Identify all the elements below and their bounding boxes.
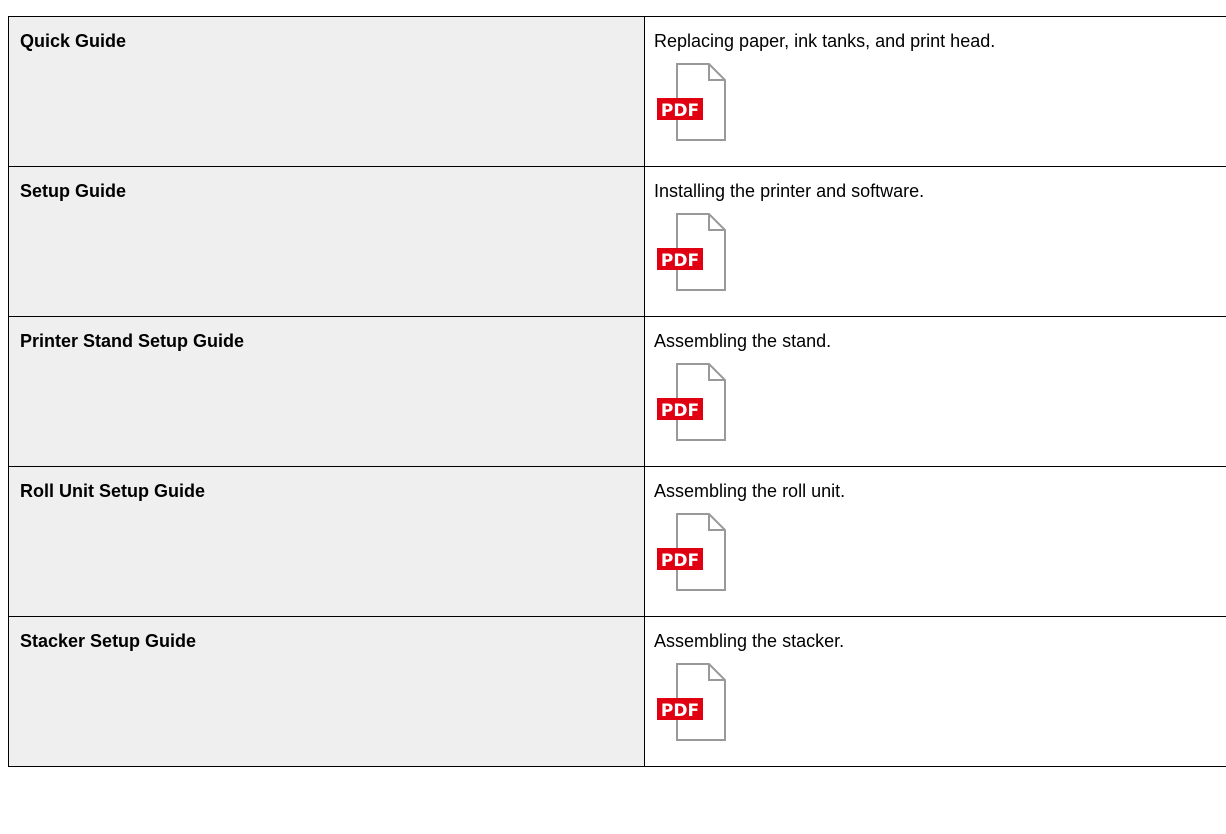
guide-name-cell: Stacker Setup Guide [8,616,645,767]
pdf-icon-label: PDF [661,251,699,271]
guide-description: Installing the printer and software. [654,181,925,201]
pdf-download-link[interactable]: PDF [655,362,727,442]
pdf-download-link[interactable]: PDF [655,212,727,292]
guide-name: Setup Guide [20,181,127,201]
guide-name: Printer Stand Setup Guide [20,331,245,351]
guide-name-cell: Setup Guide [8,166,645,317]
pdf-icon-label: PDF [661,701,699,721]
pdf-download-link[interactable]: PDF [655,62,727,142]
guide-name-cell: Printer Stand Setup Guide [8,316,645,467]
guide-name: Quick Guide [20,31,127,51]
guide-description-cell: Assembling the stacker. PDF [644,616,1226,767]
pdf-icon[interactable]: PDF [655,212,727,292]
guide-description-cell: Replacing paper, ink tanks, and print he… [644,16,1226,167]
guide-description-cell: Assembling the roll unit. PDF [644,466,1226,617]
table-row: Quick Guide Replacing paper, ink tanks, … [8,16,1226,167]
table-row: Stacker Setup Guide Assembling the stack… [8,616,1226,767]
manual-guides-table: Quick Guide Replacing paper, ink tanks, … [8,16,1226,767]
guides-table-body: Quick Guide Replacing paper, ink tanks, … [8,16,1226,767]
guide-name-cell: Roll Unit Setup Guide [8,466,645,617]
pdf-icon-label: PDF [661,101,699,121]
pdf-icon[interactable]: PDF [655,62,727,142]
pdf-icon-label: PDF [661,401,699,421]
pdf-icon[interactable]: PDF [655,362,727,442]
pdf-icon-label: PDF [661,551,699,571]
guide-description: Assembling the roll unit. [654,481,846,501]
table-row: Roll Unit Setup Guide Assembling the rol… [8,466,1226,617]
guide-description: Replacing paper, ink tanks, and print he… [654,31,996,51]
pdf-download-link[interactable]: PDF [655,662,727,742]
guide-description-cell: Installing the printer and software. PDF [644,166,1226,317]
table-row: Printer Stand Setup Guide Assembling the… [8,316,1226,467]
guide-description: Assembling the stand. [654,331,832,351]
pdf-icon[interactable]: PDF [655,512,727,592]
guide-name-cell: Quick Guide [8,16,645,167]
guide-name: Roll Unit Setup Guide [20,481,205,501]
guide-description-cell: Assembling the stand. PDF [644,316,1226,467]
guide-description: Assembling the stacker. [654,631,845,651]
pdf-icon[interactable]: PDF [655,662,727,742]
pdf-download-link[interactable]: PDF [655,512,727,592]
guide-name: Stacker Setup Guide [20,631,197,651]
table-row: Setup Guide Installing the printer and s… [8,166,1226,317]
